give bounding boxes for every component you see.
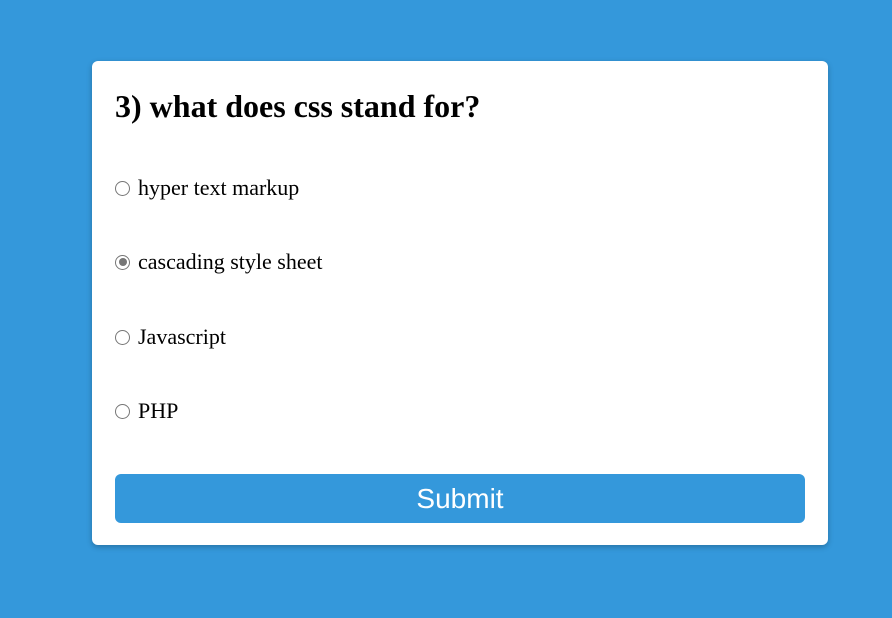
radio-button-selected[interactable] xyxy=(115,254,130,270)
option-cascading-style-sheet[interactable]: cascading style sheet xyxy=(115,249,323,275)
radio-button[interactable] xyxy=(115,180,130,196)
option-php[interactable]: PHP xyxy=(115,398,178,424)
option-label: hyper text markup xyxy=(138,175,300,200)
option-label: Javascript xyxy=(138,324,226,349)
option-javascript[interactable]: Javascript xyxy=(115,324,226,350)
radio-button[interactable] xyxy=(115,403,130,419)
quiz-card: 3) what does css stand for? hyper text m… xyxy=(92,61,828,545)
radio-button[interactable] xyxy=(115,329,130,345)
option-label: cascading style sheet xyxy=(138,249,323,274)
option-label: PHP xyxy=(138,398,179,423)
question-title: 3) what does css stand for? xyxy=(115,88,481,124)
submit-button[interactable]: Submit xyxy=(115,474,805,523)
option-hyper-text-markup[interactable]: hyper text markup xyxy=(115,175,299,201)
